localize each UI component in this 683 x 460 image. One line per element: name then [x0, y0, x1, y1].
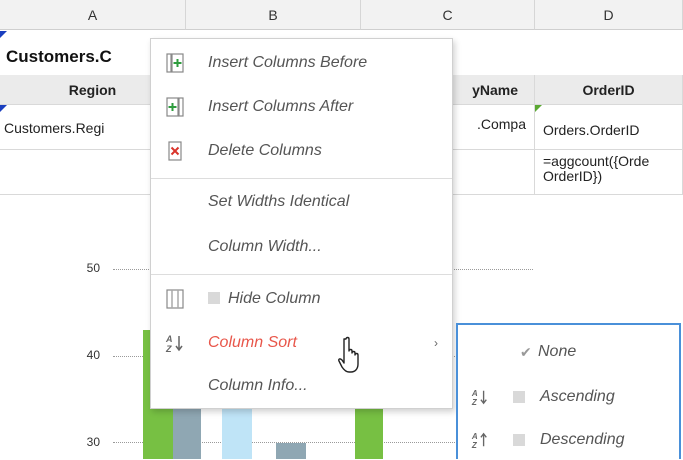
submenu-item-none[interactable]: ✔ None: [458, 332, 679, 372]
menu-item-insert-before[interactable]: Insert Columns Before: [151, 43, 452, 83]
cell-marker-icon: [535, 105, 542, 112]
submenu-item-label: None: [538, 343, 577, 360]
spreadsheet: A B C D Customers.C Region yName OrderID…: [0, 0, 683, 459]
menu-item-label: Column Info...: [208, 377, 308, 394]
submenu-item-descending[interactable]: A Z Descending: [458, 420, 679, 460]
header-cell-orderid[interactable]: OrderID: [535, 75, 683, 105]
sort-az-icon: A Z: [165, 334, 183, 353]
sort-ascending-icon: A Z: [471, 389, 487, 407]
menu-item-column-sort[interactable]: A Z Column Sort ›: [151, 323, 452, 363]
formula-line-1: =aggcount({Orde: [543, 153, 650, 169]
svg-text:A: A: [471, 389, 478, 398]
cell-marker-icon: [0, 31, 7, 38]
menu-item-hide-column[interactable]: Hide Column: [151, 279, 452, 319]
hide-column-icon: [166, 289, 184, 309]
column-header-d[interactable]: D: [535, 0, 683, 30]
column-context-menu: Insert Columns Before Insert Columns Aft…: [150, 38, 453, 409]
menu-separator: [151, 178, 452, 179]
sort-descending-icon: A Z: [471, 432, 487, 450]
delete-columns-icon: [168, 141, 182, 161]
cell-marker-icon: [0, 105, 7, 112]
submenu-item-label: Ascending: [540, 388, 615, 405]
header-company-label: yName: [472, 82, 518, 98]
menu-item-label: Column Width...: [208, 238, 322, 255]
header-region-label: Region: [68, 82, 117, 98]
y-tick-label: 30: [86, 435, 100, 449]
header-orderid-label: OrderID: [582, 82, 635, 98]
y-tick-label: 50: [86, 261, 100, 275]
menu-item-label: Insert Columns Before: [208, 54, 368, 71]
menu-item-label: Column Sort: [208, 334, 297, 351]
menu-item-label: Hide Column: [208, 279, 320, 319]
cell-company-value: .Compa: [476, 116, 526, 132]
column-header-c[interactable]: C: [361, 0, 535, 30]
cell-orderid-value: Orders.OrderID: [543, 122, 640, 138]
y-tick-label: 40: [86, 348, 100, 362]
column-sort-submenu: ✔ None A Z Ascending A Z Descending: [456, 323, 681, 459]
cell-orderid[interactable]: Orders.OrderID: [535, 105, 683, 150]
ascending-checkbox[interactable]: [513, 391, 525, 403]
svg-text:A: A: [165, 334, 173, 344]
check-icon: ✔: [520, 344, 532, 360]
menu-item-label: Insert Columns After: [208, 98, 354, 115]
chart-bar: [276, 443, 306, 459]
hide-column-text: Hide Column: [228, 290, 321, 307]
hand-cursor-icon: [338, 336, 359, 373]
menu-item-insert-after[interactable]: Insert Columns After: [151, 87, 452, 127]
svg-text:Z: Z: [471, 398, 478, 407]
formula-line-2: OrderID}): [543, 168, 603, 184]
menu-item-column-info[interactable]: Column Info...: [151, 366, 452, 406]
submenu-item-ascending[interactable]: A Z Ascending: [458, 377, 679, 417]
menu-item-label: Set Widths Identical: [208, 193, 350, 210]
hide-column-checkbox[interactable]: [208, 292, 220, 304]
insert-after-icon: [166, 97, 184, 117]
svg-text:A: A: [471, 432, 478, 441]
report-title: Customers.C: [6, 47, 112, 66]
cell-region-value: Customers.Regi: [4, 120, 105, 136]
menu-item-set-widths-identical[interactable]: Set Widths Identical: [151, 182, 452, 222]
svg-text:Z: Z: [165, 344, 172, 353]
menu-separator: [151, 274, 452, 275]
insert-before-icon: [166, 53, 184, 73]
column-header-a[interactable]: A: [0, 0, 186, 30]
column-header-b[interactable]: B: [186, 0, 361, 30]
menu-item-column-width[interactable]: Column Width...: [151, 227, 452, 267]
menu-item-delete-columns[interactable]: Delete Columns: [151, 131, 452, 171]
cell-aggcount[interactable]: =aggcount({Orde OrderID}): [535, 150, 683, 195]
submenu-item-label: Descending: [540, 431, 625, 448]
descending-checkbox[interactable]: [513, 434, 525, 446]
submenu-arrow-icon: ›: [434, 336, 438, 350]
menu-item-label: Delete Columns: [208, 142, 322, 159]
svg-text:Z: Z: [471, 441, 478, 450]
